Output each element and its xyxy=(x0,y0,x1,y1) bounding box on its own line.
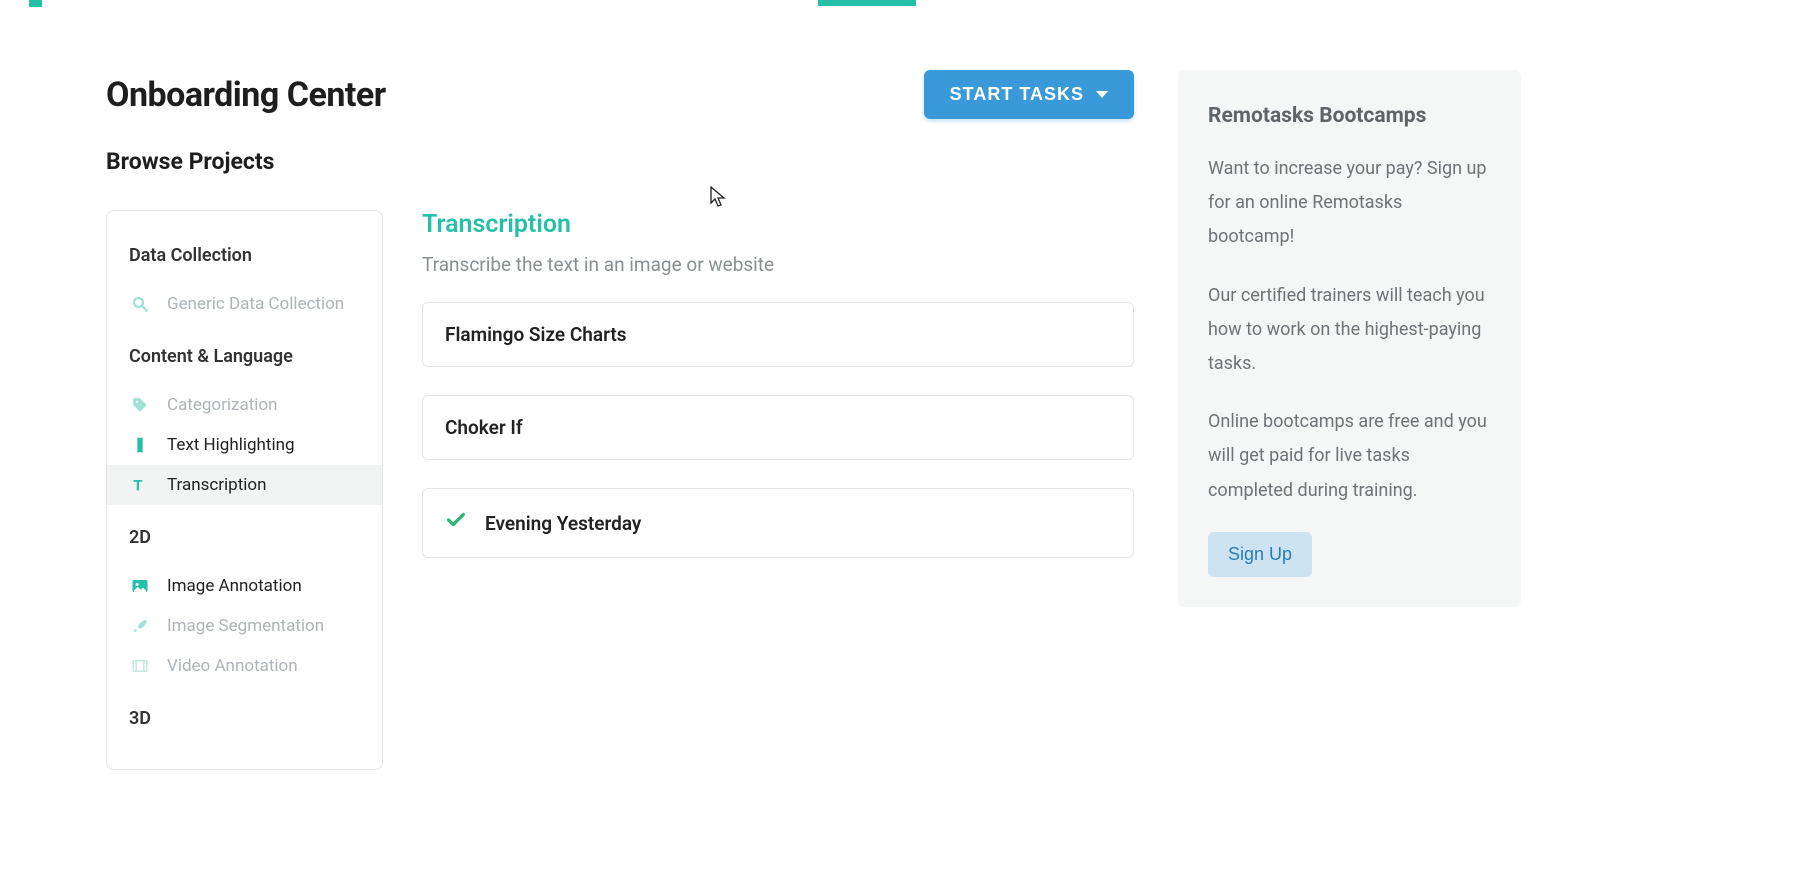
sidebar-item-label: Video Annotation xyxy=(167,656,298,676)
caret-down-icon xyxy=(1096,91,1108,98)
browse-projects-heading: Browse Projects xyxy=(106,148,274,175)
bootcamp-paragraph: Online bootcamps are free and you will g… xyxy=(1208,405,1491,508)
bootcamp-paragraph: Our certified trainers will teach you ho… xyxy=(1208,279,1491,382)
mouse-cursor-icon xyxy=(710,186,728,213)
sidebar-item-label: Transcription xyxy=(167,475,266,495)
task-card[interactable]: Flamingo Size Charts xyxy=(422,302,1134,367)
sidebar-group-content-language: Content & Language xyxy=(107,346,382,367)
logo-fragment xyxy=(29,0,42,7)
sidebar-item-label: Categorization xyxy=(167,395,277,415)
task-label: Evening Yesterday xyxy=(485,512,641,535)
sidebar-item-generic-data-collection[interactable]: Generic Data Collection xyxy=(107,284,382,324)
brush-icon xyxy=(129,617,151,635)
category-subheading: Transcribe the text in an image or websi… xyxy=(422,253,1134,276)
sidebar-item-video-annotation[interactable]: Video Annotation xyxy=(107,646,382,686)
top-nav-bar xyxy=(0,0,1800,6)
bootcamp-paragraph: Want to increase your pay? Sign up for a… xyxy=(1208,152,1491,255)
sidebar-item-image-annotation[interactable]: Image Annotation xyxy=(107,566,382,606)
sidebar-item-label: Image Segmentation xyxy=(167,616,324,636)
task-label: Choker If xyxy=(445,416,523,439)
sidebar-item-label: Text Highlighting xyxy=(167,435,295,455)
category-heading: Transcription xyxy=(422,210,1134,239)
start-tasks-button[interactable]: START TASKS xyxy=(924,70,1134,119)
sidebar-item-image-segmentation[interactable]: Image Segmentation xyxy=(107,606,382,646)
check-icon xyxy=(445,509,467,537)
sign-up-button[interactable]: Sign Up xyxy=(1208,532,1312,577)
tag-icon xyxy=(129,396,151,414)
page-header: Onboarding Center START TASKS xyxy=(106,70,1134,119)
active-tab-indicator xyxy=(818,0,916,6)
sidebar-item-label: Image Annotation xyxy=(167,576,302,596)
bootcamp-panel: Remotasks Bootcamps Want to increase you… xyxy=(1178,70,1521,607)
sidebar: Data Collection Generic Data Collection … xyxy=(106,210,383,770)
sidebar-item-categorization[interactable]: Categorization xyxy=(107,385,382,425)
film-icon xyxy=(129,657,151,675)
start-tasks-label: START TASKS xyxy=(950,84,1084,105)
sidebar-item-transcription[interactable]: T Transcription xyxy=(107,465,382,505)
svg-text:T: T xyxy=(133,476,142,494)
sidebar-item-label: Generic Data Collection xyxy=(167,294,344,314)
main-content: Transcription Transcribe the text in an … xyxy=(422,210,1134,586)
sidebar-group-3d: 3D xyxy=(107,708,382,729)
search-icon xyxy=(129,295,151,313)
task-label: Flamingo Size Charts xyxy=(445,323,627,346)
page-title: Onboarding Center xyxy=(106,75,386,115)
text-cursor-icon xyxy=(129,436,151,454)
task-card[interactable]: Evening Yesterday xyxy=(422,488,1134,558)
sidebar-group-2d: 2D xyxy=(107,527,382,548)
bootcamp-title: Remotasks Bootcamps xyxy=(1208,104,1491,128)
task-card[interactable]: Choker If xyxy=(422,395,1134,460)
sidebar-item-text-highlighting[interactable]: Text Highlighting xyxy=(107,425,382,465)
text-t-icon: T xyxy=(129,476,151,494)
image-icon xyxy=(129,577,151,595)
sidebar-group-data-collection: Data Collection xyxy=(107,245,382,266)
